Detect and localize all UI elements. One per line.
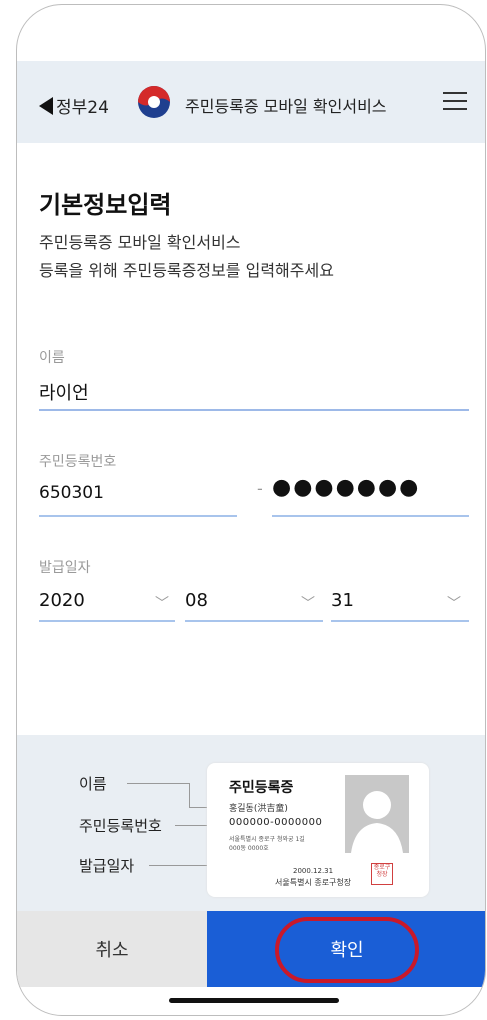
- back-button[interactable]: 정부24: [39, 93, 109, 118]
- rrn-back-input[interactable]: ●●●●●●●: [272, 475, 420, 500]
- name-input[interactable]: 라이언: [39, 379, 89, 405]
- phone-frame: 정부24 주민등록증 모바일 확인서비스 기본정보입력 주민등록증 모바일 확인…: [16, 4, 486, 1016]
- confirm-button[interactable]: 확인: [207, 911, 485, 987]
- issue-year-value: 2020: [39, 590, 85, 611]
- home-indicator[interactable]: [169, 998, 339, 1003]
- rrn-front-underline: [39, 515, 237, 517]
- menu-icon[interactable]: [443, 92, 467, 112]
- rrn-separator: -: [257, 479, 263, 498]
- guide-label-rrn: 주민등록번호: [79, 817, 162, 835]
- issue-day-value: 31: [331, 590, 354, 611]
- rrn-back-underline: [272, 515, 469, 517]
- government-logo-icon: [138, 86, 170, 118]
- name-label: 이름: [39, 350, 65, 366]
- page-description: 주민등록증 모바일 확인서비스 등록을 위해 주민등록증정보를 입력해주세요: [39, 229, 334, 285]
- button-bar: 취소 확인: [17, 911, 485, 987]
- chevron-down-icon: ﹀: [155, 596, 169, 612]
- rrn-front-input[interactable]: 650301: [39, 483, 104, 503]
- guide-label-issue: 발급일자: [79, 857, 135, 875]
- card-title: 주민등록증: [229, 780, 294, 796]
- back-arrow-icon: [39, 96, 53, 115]
- rrn-label: 주민등록번호: [39, 454, 117, 470]
- chevron-down-icon: ﹀: [447, 596, 461, 612]
- guide-line-name: [127, 783, 189, 784]
- description-line-2: 등록을 위해 주민등록증정보를 입력해주세요: [39, 261, 334, 280]
- name-underline: [39, 409, 469, 411]
- cancel-button[interactable]: 취소: [17, 911, 207, 987]
- card-name: 홍길동(洪吉童): [229, 804, 288, 814]
- card-issuer: 서울특별시 종로구청장: [275, 878, 352, 887]
- photo-placeholder-icon: [345, 775, 409, 853]
- issue-year-underline: [39, 620, 175, 622]
- chevron-down-icon: ﹀: [301, 596, 315, 612]
- guide-line-name-vertical: [189, 783, 190, 807]
- issue-day-underline: [331, 620, 469, 622]
- card-seal: 종로구청장: [371, 863, 393, 885]
- id-card-sample: 주민등록증 홍길동(洪吉童) 000000-0000000 서울특별시 종로구 …: [207, 763, 429, 897]
- card-issue-date: 2000.12.31: [293, 867, 334, 875]
- issue-month-underline: [185, 620, 323, 622]
- issue-date-label: 발급일자: [39, 560, 91, 576]
- description-line-1: 주민등록증 모바일 확인서비스: [39, 233, 241, 252]
- guide-label-name: 이름: [79, 775, 107, 793]
- issue-month-value: 08: [185, 590, 208, 611]
- service-title: 주민등록증 모바일 확인서비스: [185, 97, 387, 116]
- card-id-number: 000000-0000000: [229, 817, 323, 828]
- back-label: 정부24: [56, 98, 109, 118]
- id-card-guide: 이름 주민등록번호 발급일자 주민등록증 홍길동(洪吉童) 000000-000…: [17, 735, 485, 915]
- top-bar: 정부24 주민등록증 모바일 확인서비스: [17, 61, 485, 143]
- page-title: 기본정보입력: [39, 191, 172, 219]
